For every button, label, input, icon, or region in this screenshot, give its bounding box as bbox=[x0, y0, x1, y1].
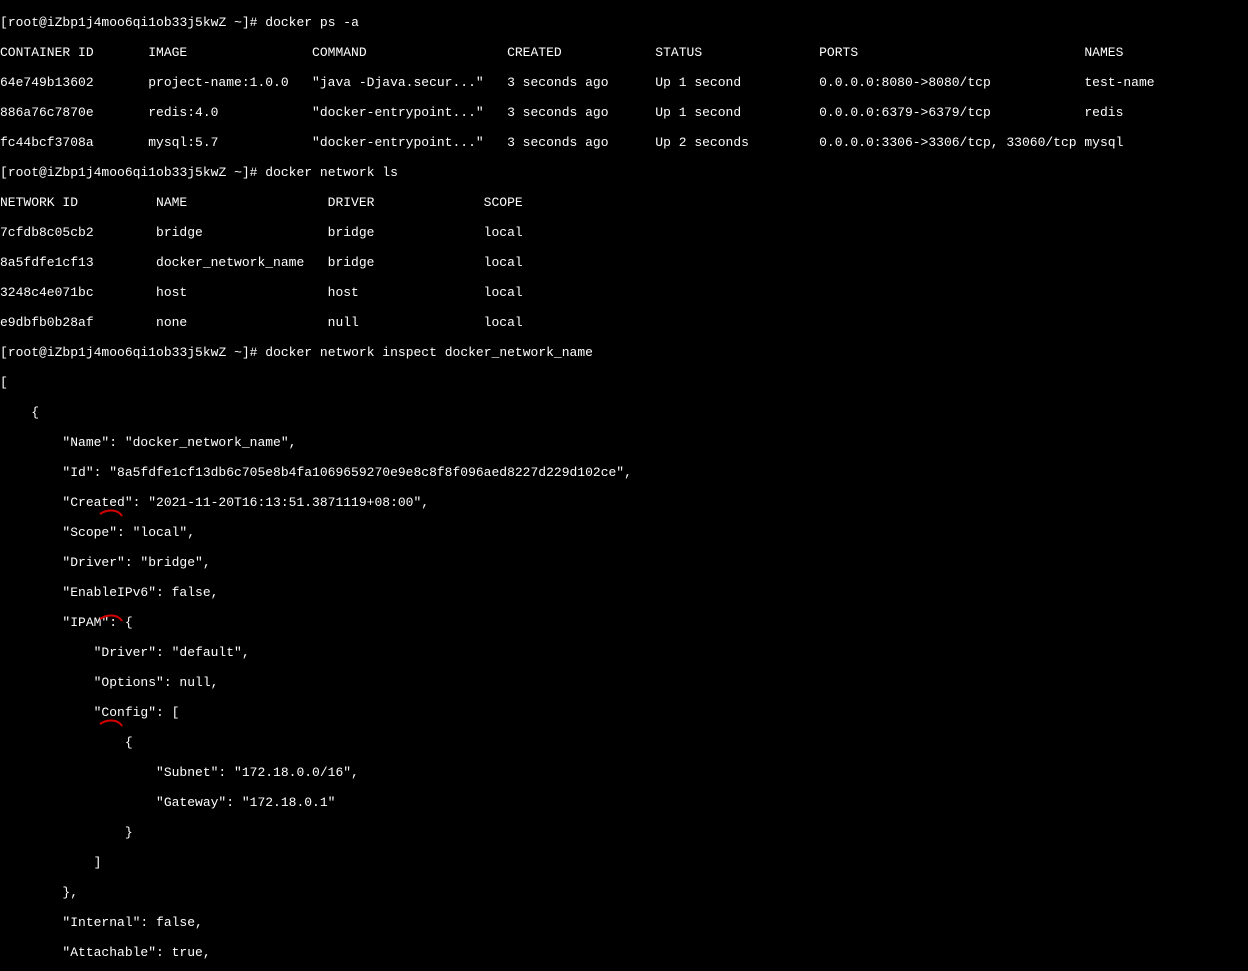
prompt-line-3: [root@iZbp1j4moo6qi1ob33j5kwZ ~]# docker… bbox=[0, 345, 1248, 360]
json-line: "Driver": "default", bbox=[0, 645, 1248, 660]
json-line: "Name": "docker_network_name", bbox=[0, 435, 1248, 450]
cmd-docker-network-inspect: docker network inspect docker_network_na… bbox=[265, 345, 593, 360]
net-row-1: 7cfdb8c05cb2 bridge bridge local bbox=[0, 225, 1248, 240]
json-line: "Subnet": "172.18.0.0/16", bbox=[0, 765, 1248, 780]
json-line: "Id": "8a5fdfe1cf13db6c705e8b4fa10696592… bbox=[0, 465, 1248, 480]
json-line: { bbox=[0, 405, 1248, 420]
json-line: }, bbox=[0, 885, 1248, 900]
json-line: { bbox=[0, 735, 1248, 750]
json-line: "Internal": false, bbox=[0, 915, 1248, 930]
json-line: "IPAM": { bbox=[0, 615, 1248, 630]
cmd-docker-ps: docker ps -a bbox=[265, 15, 359, 30]
json-line: "Gateway": "172.18.0.1" bbox=[0, 795, 1248, 810]
annotation-arc-3 bbox=[100, 720, 122, 726]
prompt-line-1: [root@iZbp1j4moo6qi1ob33j5kwZ ~]# docker… bbox=[0, 15, 1248, 30]
json-line: "Options": null, bbox=[0, 675, 1248, 690]
json-line: "Driver": "bridge", bbox=[0, 555, 1248, 570]
ps-row-3: fc44bcf3708a mysql:5.7 "docker-entrypoin… bbox=[0, 135, 1248, 150]
cmd-docker-network-ls: docker network ls bbox=[265, 165, 398, 180]
terminal[interactable]: [root@iZbp1j4moo6qi1ob33j5kwZ ~]# docker… bbox=[0, 0, 1248, 971]
json-line: "Attachable": true, bbox=[0, 945, 1248, 960]
json-line: ] bbox=[0, 855, 1248, 870]
json-line: "Created": "2021-11-20T16:13:51.3871119+… bbox=[0, 495, 1248, 510]
net-row-4: e9dbfb0b28af none null local bbox=[0, 315, 1248, 330]
ps-header: CONTAINER ID IMAGE COMMAND CREATED STATU… bbox=[0, 45, 1248, 60]
json-line: [ bbox=[0, 375, 1248, 390]
json-line: } bbox=[0, 825, 1248, 840]
annotation-arc-1 bbox=[100, 510, 122, 516]
json-line: "Config": [ bbox=[0, 705, 1248, 720]
net-row-2: 8a5fdfe1cf13 docker_network_name bridge … bbox=[0, 255, 1248, 270]
json-line: "Scope": "local", bbox=[0, 525, 1248, 540]
json-line: "EnableIPv6": false, bbox=[0, 585, 1248, 600]
net-row-3: 3248c4e071bc host host local bbox=[0, 285, 1248, 300]
prompt-line-2: [root@iZbp1j4moo6qi1ob33j5kwZ ~]# docker… bbox=[0, 165, 1248, 180]
ps-row-1: 64e749b13602 project-name:1.0.0 "java -D… bbox=[0, 75, 1248, 90]
ps-row-2: 886a76c7870e redis:4.0 "docker-entrypoin… bbox=[0, 105, 1248, 120]
net-header: NETWORK ID NAME DRIVER SCOPE bbox=[0, 195, 1248, 210]
